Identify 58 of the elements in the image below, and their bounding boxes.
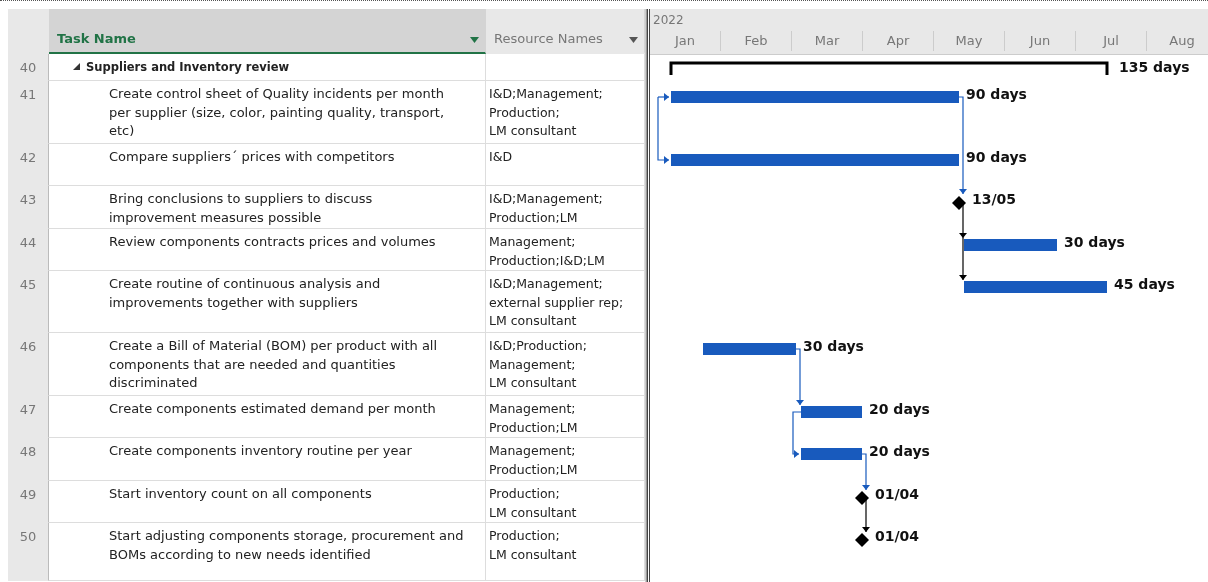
timescale-month: Apr	[863, 31, 934, 51]
task-name: Compare suppliers´ prices with competitors	[109, 148, 395, 166]
task-name: Start inventory count on all components	[109, 485, 372, 503]
task-bar[interactable]	[703, 343, 796, 355]
bar-label: 20 days	[869, 443, 930, 459]
link-arrow	[792, 411, 802, 458]
bar-label: 13/05	[972, 191, 1017, 207]
task-name: Create routine of continuous analysis and improvements together with suppliers	[109, 275, 381, 312]
timescale-month: Jul	[1076, 31, 1147, 51]
timescale-month: Feb	[721, 31, 792, 51]
bar-label: 30 days	[803, 338, 864, 354]
bar-label: 01/04	[875, 528, 920, 544]
row-number: 43	[8, 186, 49, 229]
row-number: 50	[8, 523, 49, 581]
row-number: 47	[8, 396, 49, 438]
task-bar[interactable]	[671, 154, 959, 166]
collapse-icon[interactable]	[73, 63, 80, 70]
milestone-icon[interactable]	[952, 196, 966, 210]
task-name: Create a Bill of Material (BOM) per product with all components that are needed and quantities discriminated	[109, 337, 438, 392]
row-number: 41	[8, 81, 49, 144]
timescale-month: Jan	[650, 31, 721, 51]
timescale-year: 2022	[652, 12, 684, 29]
bar-label: 20 days	[869, 401, 930, 417]
row-number: 42	[8, 144, 49, 186]
task-name: Suppliers and Inventory review	[86, 59, 290, 76]
column-header[interactable]: Task Name	[49, 9, 486, 54]
row-number: 46	[8, 333, 49, 396]
row-number: 49	[8, 481, 49, 523]
bar-label: 90 days	[966, 149, 1027, 165]
task-bar[interactable]	[964, 239, 1057, 251]
task-name: Review components contracts prices and volumes	[109, 233, 436, 251]
bar-label: 30 days	[1064, 234, 1125, 250]
bar-label: 135 days	[1119, 59, 1190, 75]
link-arrow	[795, 348, 804, 406]
task-bar[interactable]	[964, 281, 1107, 293]
row-number: 44	[8, 229, 49, 271]
bar-label: 90 days	[966, 86, 1027, 102]
caret-icon	[629, 37, 638, 43]
timescale-month: Jun	[1005, 31, 1076, 51]
bar-label: 01/04	[875, 486, 920, 502]
timescale-month: Aug	[1147, 31, 1208, 51]
bar-label: 45 days	[1114, 276, 1175, 292]
task-bar[interactable]	[801, 448, 862, 460]
task-name: Bring conclusions to suppliers to discuss improvement measures possible	[109, 190, 373, 227]
milestone-icon[interactable]	[855, 491, 869, 505]
task-name: Create components inventory routine per year	[109, 442, 412, 460]
task-name: Create control sheet of Quality incidents per month per supplier (size, color, painting quality, transport, etc)	[109, 85, 445, 140]
timescale-month: Mar	[792, 31, 863, 51]
task-bar[interactable]	[801, 406, 862, 418]
row-number: 40	[8, 54, 49, 81]
link-arrow	[861, 453, 870, 491]
caret-icon	[470, 37, 479, 43]
row-number: 45	[8, 271, 49, 333]
timescale-month: May	[934, 31, 1005, 51]
row-number: 48	[8, 438, 49, 481]
task-name: Create components estimated demand per month	[109, 400, 436, 418]
task-name: Start adjusting components storage, procurement and BOMs according to new needs identified	[109, 527, 464, 564]
task-bar[interactable]	[671, 91, 959, 103]
